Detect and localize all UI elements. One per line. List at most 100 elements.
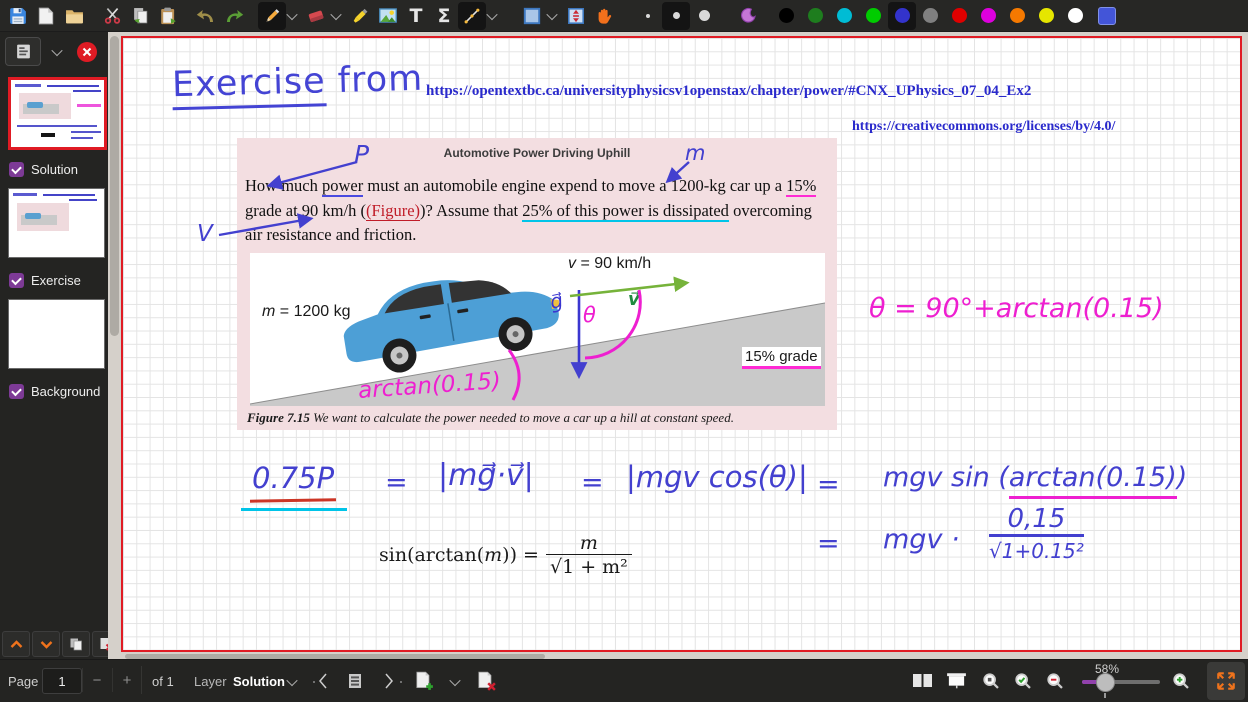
eq-rhs: mgv sin (arctan(0.15)) bbox=[883, 462, 1187, 493]
pen-tool-icon[interactable] bbox=[258, 2, 286, 30]
copy-icon[interactable] bbox=[126, 2, 154, 30]
layer-overview-icon[interactable] bbox=[347, 673, 363, 694]
notebook-page[interactable]: Exercise from https://opentextbc.ca/univ… bbox=[121, 36, 1242, 652]
vertical-scrollbar-thumb[interactable] bbox=[110, 36, 119, 336]
stroke-medium-icon[interactable] bbox=[662, 2, 690, 30]
color-red[interactable] bbox=[952, 8, 967, 23]
color-chooser-icon[interactable] bbox=[1098, 7, 1116, 25]
previous-layer-icon[interactable] bbox=[318, 672, 328, 695]
duplicate-layer-icon[interactable] bbox=[62, 631, 90, 657]
annotation-V: V bbox=[197, 221, 213, 247]
layer-label: Layer bbox=[194, 674, 227, 689]
eraser-type-icon[interactable] bbox=[734, 2, 762, 30]
layer-row-background[interactable]: Background bbox=[9, 384, 100, 399]
highlighter-tool-icon[interactable] bbox=[346, 2, 374, 30]
color-magenta[interactable] bbox=[981, 8, 996, 23]
underlined-15pct: 15% bbox=[786, 176, 816, 197]
zoom-in-icon[interactable] bbox=[1172, 672, 1190, 695]
license-url: https://creativecommons.org/licenses/by/… bbox=[852, 119, 1115, 135]
equals-1: = bbox=[385, 467, 408, 498]
magenta-underlined-arctan: arctan(0.15) bbox=[1009, 462, 1177, 499]
checkbox-background[interactable] bbox=[9, 384, 24, 399]
paste-icon[interactable] bbox=[154, 2, 182, 30]
layer-selector-chevron-icon[interactable] bbox=[286, 675, 297, 686]
page-decrement-button[interactable]: − bbox=[82, 668, 111, 692]
zoom-slider-tick bbox=[1104, 693, 1106, 698]
zoom-slider-handle[interactable] bbox=[1096, 673, 1115, 692]
layer-selector[interactable]: Solution bbox=[233, 674, 285, 689]
sidebar-mode-chevron-icon[interactable] bbox=[51, 44, 62, 55]
zoom-out-icon[interactable] bbox=[1046, 672, 1064, 695]
shape-recognizer-icon[interactable] bbox=[458, 2, 486, 30]
layer-thumbnail-background[interactable] bbox=[8, 299, 105, 369]
stroke-fine-icon[interactable] bbox=[634, 2, 662, 30]
vertical-space-tool-icon[interactable] bbox=[562, 2, 590, 30]
color-white[interactable] bbox=[1068, 8, 1083, 23]
checkbox-solution[interactable] bbox=[9, 162, 24, 177]
cyan-underline bbox=[241, 508, 347, 511]
page-number-input[interactable] bbox=[42, 668, 82, 694]
next-layer-icon[interactable] bbox=[384, 672, 394, 695]
color-green[interactable] bbox=[866, 8, 881, 23]
zoom-fit-icon[interactable] bbox=[1014, 672, 1032, 695]
grade-label: 15% grade bbox=[742, 347, 821, 369]
document-lines-icon bbox=[15, 43, 32, 60]
dual-page-view-icon[interactable] bbox=[912, 672, 933, 694]
new-document-icon[interactable] bbox=[32, 2, 60, 30]
redo-icon[interactable] bbox=[220, 2, 248, 30]
select-options-chevron-icon[interactable] bbox=[546, 8, 557, 19]
underlined-power: power bbox=[322, 176, 363, 197]
page-increment-button[interactable]: + bbox=[112, 668, 141, 692]
layer-thumbnail-solution[interactable] bbox=[8, 77, 107, 150]
sidebar-mode-button[interactable] bbox=[5, 37, 41, 66]
select-rectangle-icon[interactable] bbox=[518, 2, 546, 30]
cut-icon[interactable] bbox=[98, 2, 126, 30]
presentation-mode-icon[interactable] bbox=[946, 672, 967, 695]
page-count-label: of 1 bbox=[152, 674, 174, 689]
eraser-options-chevron-icon[interactable] bbox=[330, 8, 341, 19]
insert-image-icon[interactable] bbox=[374, 2, 402, 30]
xournalpp-window: T Σ bbox=[0, 0, 1248, 702]
theta-label: θ bbox=[583, 303, 596, 327]
underlined-dissipated: 25% of this power is dissipated bbox=[522, 201, 729, 222]
page-label: Page bbox=[8, 674, 38, 689]
layer-down-icon[interactable] bbox=[32, 631, 60, 657]
pen-options-chevron-icon[interactable] bbox=[286, 8, 297, 19]
math-tex-tool-icon[interactable]: Σ bbox=[430, 2, 458, 30]
add-page-chevron-icon[interactable] bbox=[449, 675, 460, 686]
separator bbox=[141, 666, 142, 694]
layer-thumbnail-exercise[interactable] bbox=[8, 188, 105, 258]
zoom-slider[interactable] bbox=[1082, 680, 1160, 684]
layer-up-icon[interactable] bbox=[2, 631, 30, 657]
checkbox-exercise[interactable] bbox=[9, 273, 24, 288]
color-blue-selected[interactable] bbox=[888, 2, 916, 30]
eq2-prefix: mgv · bbox=[883, 524, 960, 555]
figure-caption-tag: Figure 7.15 bbox=[247, 410, 310, 425]
open-folder-icon[interactable] bbox=[60, 2, 88, 30]
fullscreen-arrows-icon bbox=[1215, 670, 1237, 692]
color-gray[interactable] bbox=[923, 8, 938, 23]
eraser-tool-icon[interactable] bbox=[302, 2, 330, 30]
zoom-original-icon[interactable] bbox=[982, 672, 1000, 695]
color-black[interactable] bbox=[779, 8, 794, 23]
add-page-icon[interactable] bbox=[414, 671, 434, 696]
vertical-scrollbar[interactable] bbox=[108, 32, 121, 660]
hill-and-car-drawing bbox=[250, 253, 825, 406]
fullscreen-button[interactable] bbox=[1207, 662, 1245, 700]
stroke-thick-icon[interactable] bbox=[690, 2, 718, 30]
save-icon[interactable] bbox=[4, 2, 32, 30]
hand-tool-icon[interactable] bbox=[590, 2, 618, 30]
figure-link[interactable]: (Figure) bbox=[366, 201, 420, 221]
shape-options-chevron-icon[interactable] bbox=[486, 8, 497, 19]
color-cyan[interactable] bbox=[837, 8, 852, 23]
layer-row-solution[interactable]: Solution bbox=[9, 162, 78, 177]
text-tool-icon[interactable]: T bbox=[402, 2, 430, 30]
delete-page-icon[interactable] bbox=[476, 671, 496, 696]
color-dark-green[interactable] bbox=[808, 8, 823, 23]
sidebar-close-icon[interactable] bbox=[77, 42, 97, 62]
eq2-numerator: 0,15 bbox=[1007, 504, 1065, 534]
undo-icon[interactable] bbox=[192, 2, 220, 30]
layer-row-exercise[interactable]: Exercise bbox=[9, 273, 81, 288]
color-orange[interactable] bbox=[1010, 8, 1025, 23]
color-yellow[interactable] bbox=[1039, 8, 1054, 23]
